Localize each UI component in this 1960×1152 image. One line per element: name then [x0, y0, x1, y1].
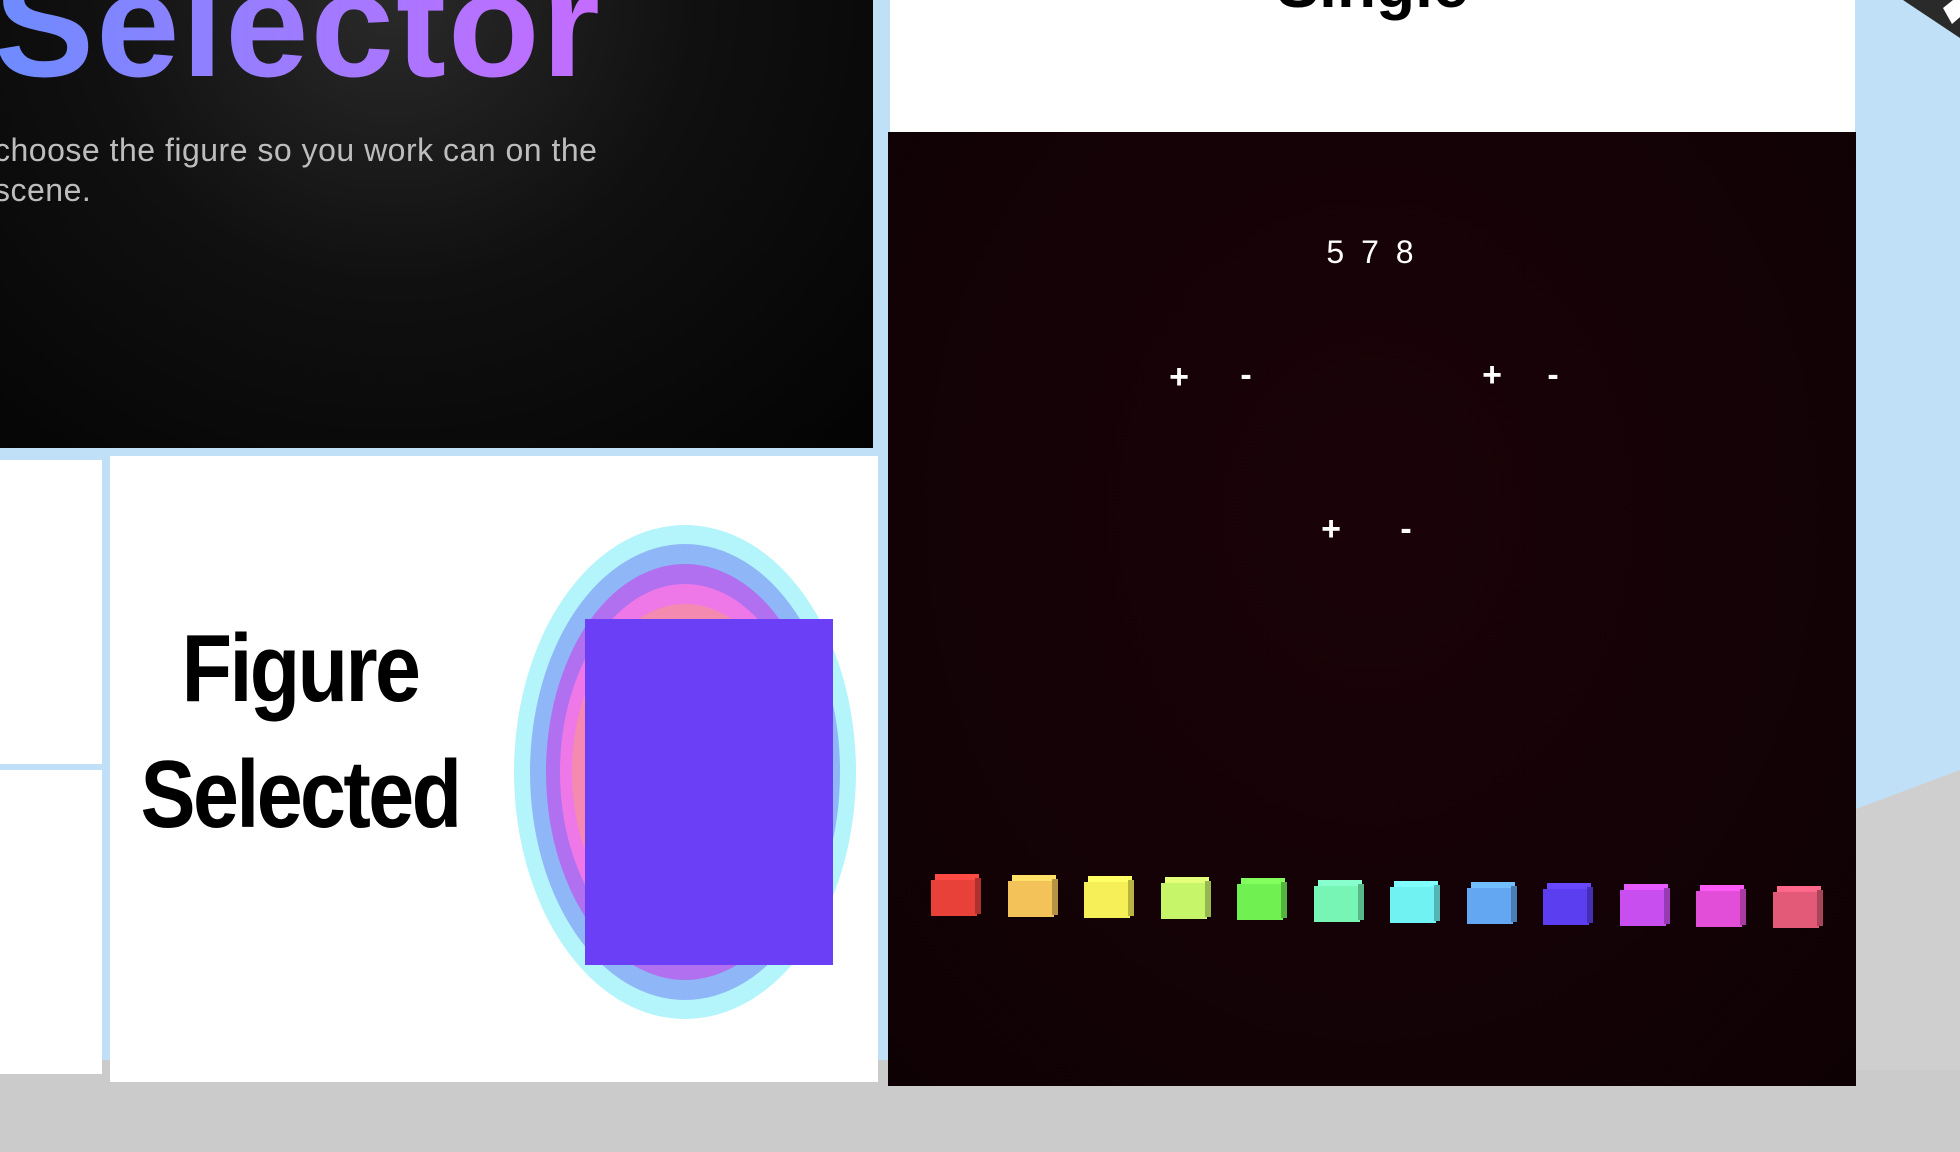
color-swatch-face	[1313, 885, 1360, 922]
color-swatch-9[interactable]	[1543, 882, 1593, 925]
color-swatch-face	[1084, 882, 1130, 919]
side-panel-divider	[0, 764, 102, 770]
color-swatch-side	[1128, 880, 1134, 917]
color-swatch-face	[1237, 884, 1283, 921]
color-swatch-face	[1160, 883, 1207, 920]
color-swatch-face	[1007, 881, 1054, 918]
color-swatch-face	[931, 880, 977, 916]
color-swatch-6[interactable]	[1313, 879, 1364, 922]
color-swatch-side	[1204, 881, 1211, 918]
selected-figure-preview[interactable]	[585, 619, 833, 965]
color-swatch-3[interactable]	[1084, 876, 1134, 919]
decrement-button-3[interactable]: -	[1386, 512, 1426, 546]
color-swatch-face	[1543, 888, 1589, 925]
selector-description: choose the figure so you work can on the…	[0, 132, 598, 208]
color-swatch-11[interactable]	[1696, 885, 1746, 927]
decrement-button-2[interactable]: -	[1533, 358, 1573, 392]
color-swatch-side	[1510, 885, 1517, 922]
selector-panel: Selector choose the figure so you work c…	[0, 0, 873, 448]
color-swatch-10[interactable]	[1619, 883, 1670, 926]
color-swatch-face	[1390, 886, 1436, 923]
figure-selected-panel: Figure Selected	[110, 456, 878, 1082]
color-swatch-side	[1740, 889, 1746, 925]
control-panel: 5 7 8 + - + - + -	[888, 132, 1856, 1086]
figure-selected-label: Figure Selected	[137, 606, 464, 858]
color-swatch-side	[1357, 883, 1364, 920]
figure-label-line2: Selected	[140, 741, 463, 848]
color-swatch-side	[1281, 882, 1287, 919]
color-swatch-face	[1466, 887, 1513, 924]
color-swatch-face	[1619, 889, 1666, 926]
color-swatch-side	[1587, 886, 1593, 923]
scene-floor-edge	[1840, 770, 1960, 1070]
color-swatch-12[interactable]	[1772, 886, 1823, 929]
single-title: Single	[890, 0, 1855, 22]
color-swatch-1[interactable]	[931, 874, 981, 916]
selector-title: Selector	[0, 0, 602, 111]
color-swatch-face	[1696, 891, 1742, 927]
color-swatch-5[interactable]	[1237, 878, 1287, 921]
color-swatch-2[interactable]	[1007, 875, 1058, 918]
color-swatch-side	[1816, 890, 1823, 927]
color-swatch-side	[1051, 879, 1058, 916]
color-swatch-7[interactable]	[1390, 880, 1440, 923]
decrement-button-1[interactable]: -	[1226, 358, 1266, 392]
color-swatch-4[interactable]	[1160, 877, 1211, 920]
increment-button-3[interactable]: +	[1311, 512, 1351, 546]
value-counter: 5 7 8	[1326, 234, 1418, 270]
color-swatch-face	[1772, 892, 1819, 929]
color-swatch-8[interactable]	[1466, 881, 1517, 924]
increment-button-1[interactable]: +	[1159, 360, 1199, 394]
corner-icon	[1903, 0, 1960, 38]
color-swatch-side	[1434, 884, 1440, 921]
color-swatch-side	[975, 878, 981, 914]
color-swatch-side	[1663, 887, 1670, 924]
figure-label-line1: Figure	[181, 615, 421, 722]
single-panel: Single	[890, 0, 1855, 132]
increment-button-2[interactable]: +	[1472, 358, 1512, 392]
